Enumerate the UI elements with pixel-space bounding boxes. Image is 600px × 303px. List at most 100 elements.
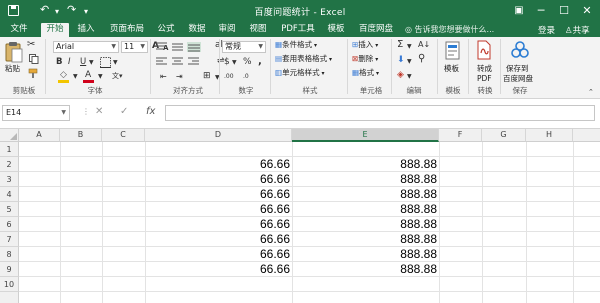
autosum-icon[interactable]: Σ	[397, 40, 403, 50]
template-icon[interactable]	[445, 41, 461, 61]
column-header-c[interactable]: C	[102, 129, 145, 142]
insert-function-icon[interactable]: fx	[146, 104, 155, 120]
minimize-icon[interactable]: ─	[530, 2, 552, 20]
tab-templates[interactable]: 模板	[325, 23, 347, 37]
cancel-entry-icon[interactable]: ✕	[95, 104, 103, 120]
paste-icon[interactable]	[5, 41, 23, 63]
cell-styles-button[interactable]: ▥单元格样式 ▾	[275, 68, 325, 79]
column-header-a[interactable]: A	[19, 129, 60, 142]
cell-d2[interactable]: 66.66	[147, 157, 290, 172]
tab-data[interactable]: 数据	[186, 23, 208, 37]
merge-center-icon[interactable]: ⊞	[203, 71, 211, 81]
row-header-8[interactable]: 8	[0, 247, 19, 262]
save-netdisk-label-line1[interactable]: 保存到	[506, 64, 529, 74]
tab-pdf-tools[interactable]: PDF工具	[278, 23, 318, 37]
chevron-down-icon[interactable]: ▼	[407, 42, 412, 52]
cell-e5[interactable]: 888.88	[294, 202, 437, 217]
convert-pdf-label-line1[interactable]: 转成	[477, 64, 492, 74]
find-select-icon[interactable]: ⚲	[418, 54, 425, 64]
row-header-3[interactable]: 3	[0, 172, 19, 187]
cell-d4[interactable]: 66.66	[147, 187, 290, 202]
column-header-f[interactable]: F	[439, 129, 482, 142]
column-header-g[interactable]: G	[482, 129, 526, 142]
tab-home[interactable]: 开始	[41, 23, 69, 37]
login-button[interactable]: 登录	[538, 24, 555, 36]
sort-filter-icon[interactable]: A↓	[418, 40, 430, 50]
cell-e8[interactable]: 888.88	[294, 247, 437, 262]
chevron-down-icon[interactable]: ▼	[407, 57, 412, 67]
format-cells-button[interactable]: ▦格式 ▾	[352, 68, 379, 79]
copy-icon[interactable]	[29, 54, 39, 64]
paste-label[interactable]: 粘贴	[5, 64, 20, 74]
font-color-icon[interactable]: A	[85, 70, 91, 80]
cell-e9[interactable]: 888.88	[294, 262, 437, 277]
cell-d8[interactable]: 66.66	[147, 247, 290, 262]
row-header-7[interactable]: 7	[0, 232, 19, 247]
borders-icon[interactable]	[100, 57, 112, 68]
baidu-netdisk-icon[interactable]	[511, 41, 529, 59]
collapse-ribbon-icon[interactable]: ⌃	[588, 87, 594, 97]
chevron-down-icon[interactable]: ▼	[113, 58, 118, 68]
decrease-indent-icon[interactable]: ⇤	[160, 72, 167, 82]
fill-icon[interactable]: ⬇	[397, 55, 405, 65]
row-header-1[interactable]: 1	[0, 142, 19, 157]
column-header-e[interactable]: E	[292, 129, 439, 142]
formula-input[interactable]	[165, 105, 595, 121]
row-header-2[interactable]: 2	[0, 157, 19, 172]
confirm-entry-icon[interactable]: ✓	[120, 104, 128, 120]
convert-pdf-label-line2[interactable]: PDF	[477, 74, 492, 84]
cell-d7[interactable]: 66.66	[147, 232, 290, 247]
fill-color-icon[interactable]: ◇	[60, 70, 67, 80]
cut-icon[interactable]: ✂	[27, 40, 35, 50]
increase-indent-icon[interactable]: ⇥	[176, 72, 183, 82]
column-header-h[interactable]: H	[526, 129, 573, 142]
chevron-down-icon[interactable]: ▼	[232, 58, 237, 68]
cell-e3[interactable]: 888.88	[294, 172, 437, 187]
horizontal-align-icons[interactable]	[155, 57, 215, 67]
tab-insert[interactable]: 插入	[75, 23, 97, 37]
tell-me-search[interactable]: ◎ 告诉我您想要做什么...	[405, 24, 494, 35]
cell-d9[interactable]: 66.66	[147, 262, 290, 277]
row-header-6[interactable]: 6	[0, 217, 19, 232]
column-header-d[interactable]: D	[145, 129, 292, 142]
column-header-b[interactable]: B	[60, 129, 102, 142]
chevron-down-icon[interactable]: ▼	[98, 72, 103, 82]
increase-decimal-icon[interactable]: .00	[224, 72, 234, 82]
delete-cells-button[interactable]: ⊠删除 ▾	[352, 54, 378, 65]
font-size-combo[interactable]: 11 ▼	[121, 41, 148, 53]
number-format-combo[interactable]: 常规 ▼	[222, 41, 266, 53]
insert-cells-button[interactable]: ⊞插入 ▾	[352, 40, 378, 51]
conditional-formatting-button[interactable]: ▦条件格式 ▾	[275, 40, 317, 51]
cell-d5[interactable]: 66.66	[147, 202, 290, 217]
cell-e7[interactable]: 888.88	[294, 232, 437, 247]
share-button[interactable]: ♙共享	[565, 24, 590, 36]
maximize-icon[interactable]: ☐	[553, 2, 575, 20]
italic-button[interactable]: I	[68, 57, 71, 67]
clear-icon[interactable]: ◈	[397, 70, 404, 80]
decrease-decimal-icon[interactable]: .0	[243, 72, 249, 82]
ribbon-display-options-icon[interactable]: ▣	[508, 2, 530, 20]
tab-formulas[interactable]: 公式	[155, 23, 177, 37]
chevron-down-icon[interactable]: ▼	[73, 72, 78, 82]
underline-button[interactable]: U	[80, 57, 86, 67]
chevron-down-icon[interactable]: ▼	[89, 58, 94, 68]
format-as-table-button[interactable]: ▤套用表格格式 ▾	[275, 54, 332, 65]
currency-icon[interactable]: $	[224, 57, 230, 67]
bold-button[interactable]: B	[56, 57, 62, 67]
percent-icon[interactable]: %	[243, 57, 252, 67]
format-painter-icon[interactable]	[28, 68, 39, 78]
tab-page-layout[interactable]: 页面布局	[105, 23, 149, 37]
name-box[interactable]: E14 ▼	[2, 105, 70, 121]
cell-e2[interactable]: 888.88	[294, 157, 437, 172]
tab-review[interactable]: 审阅	[216, 23, 238, 37]
tab-view[interactable]: 视图	[247, 23, 269, 37]
cell-d3[interactable]: 66.66	[147, 172, 290, 187]
vertical-align-icons[interactable]	[155, 42, 215, 52]
row-header-5[interactable]: 5	[0, 202, 19, 217]
row-header-10[interactable]: 10	[0, 277, 19, 292]
tab-baidu-netdisk[interactable]: 百度网盘	[356, 23, 396, 37]
tab-file[interactable]: 文件	[8, 23, 30, 37]
save-netdisk-label-line2[interactable]: 百度网盘	[503, 74, 533, 84]
font-name-combo[interactable]: Arial ▼	[53, 41, 119, 53]
cell-e4[interactable]: 888.88	[294, 187, 437, 202]
